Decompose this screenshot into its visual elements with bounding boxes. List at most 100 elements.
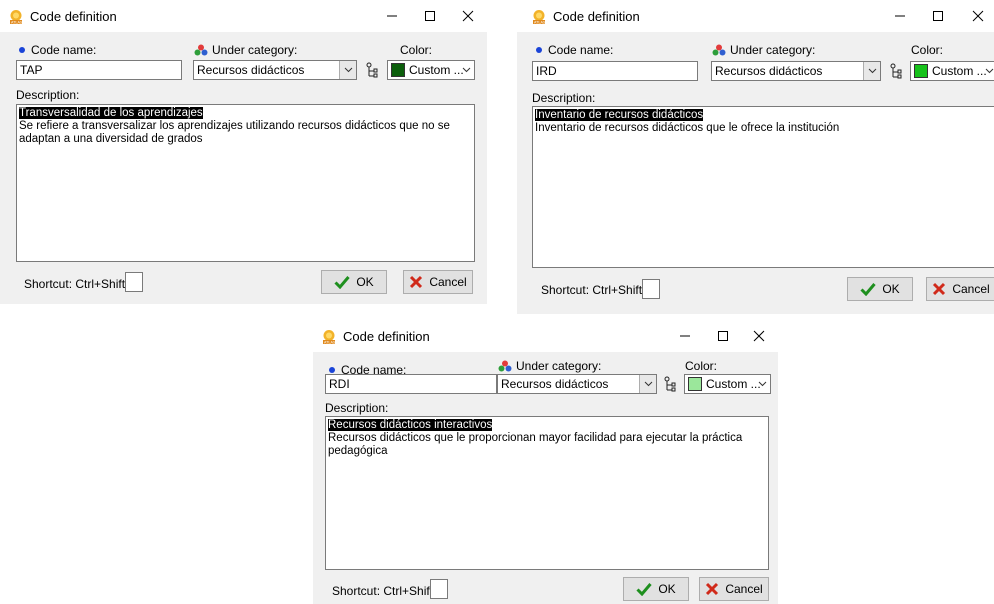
- app-icon: ATLAS: [10, 10, 23, 25]
- dialog-body: Code name: IRD Under category: Recursos …: [517, 32, 994, 314]
- app-icon: ATLAS: [323, 330, 336, 345]
- close-button[interactable]: [959, 0, 994, 32]
- code-name-input[interactable]: TAP: [16, 60, 182, 80]
- required-dot-icon: [536, 47, 542, 53]
- close-button[interactable]: [740, 320, 778, 352]
- cancel-button[interactable]: Cancel: [403, 270, 473, 294]
- minimize-icon: [895, 15, 905, 17]
- tree-icon: [664, 376, 676, 392]
- ok-button[interactable]: OK: [321, 270, 387, 294]
- color-value: Custom ...: [932, 64, 987, 78]
- cancel-button[interactable]: Cancel: [699, 577, 769, 601]
- code-definition-dialog: ATLAS Code definition Code name: TAP Und…: [0, 0, 487, 304]
- minimize-button[interactable]: [666, 320, 704, 352]
- tree-icon: [366, 62, 378, 78]
- maximize-button[interactable]: [411, 0, 449, 32]
- chevron-down-icon: [344, 67, 352, 73]
- chevron-down-icon: [868, 68, 876, 74]
- ok-button[interactable]: OK: [847, 277, 913, 301]
- svg-text:ATLAS: ATLAS: [534, 21, 546, 25]
- checkmark-icon: [636, 583, 652, 596]
- under-category-label: Under category:: [194, 43, 297, 57]
- description-textarea[interactable]: Recursos didácticos interactivos Recurso…: [325, 416, 769, 570]
- close-icon: [753, 330, 765, 342]
- minimize-button[interactable]: [373, 0, 411, 32]
- code-name-input[interactable]: IRD: [532, 61, 698, 81]
- maximize-icon: [933, 11, 943, 21]
- tree-icon: [890, 63, 902, 79]
- shortcut-input[interactable]: [642, 279, 660, 299]
- under-category-select[interactable]: Recursos didácticos: [497, 374, 657, 394]
- code-name-input[interactable]: RDI: [325, 374, 497, 394]
- dialog-body: Code name: TAP Under category: Recursos …: [0, 32, 487, 304]
- description-text: Recursos didácticos que le proporcionan …: [328, 432, 743, 457]
- category-icon: [498, 360, 512, 372]
- maximize-button[interactable]: [919, 0, 957, 32]
- title-bar: ATLAS Code definition: [313, 320, 778, 352]
- checkmark-icon: [334, 276, 350, 289]
- under-category-value: Recursos didácticos: [197, 63, 305, 77]
- description-selected-text: Inventario de recursos didácticos: [535, 109, 704, 121]
- code-definition-dialog: ATLAS Code definition Code name: IRD Und…: [517, 0, 994, 314]
- cancel-button[interactable]: Cancel: [926, 277, 994, 301]
- under-category-label: Under category:: [712, 43, 815, 57]
- under-category-value: Recursos didácticos: [501, 377, 609, 391]
- chevron-down-icon: [644, 381, 652, 387]
- close-icon: [972, 10, 984, 22]
- description-selected-text: Recursos didácticos interactivos: [328, 419, 493, 431]
- description-text: Inventario de recursos didácticos que le…: [535, 122, 840, 134]
- under-category-select[interactable]: Recursos didácticos: [711, 61, 881, 81]
- under-category-select[interactable]: Recursos didácticos: [193, 60, 357, 80]
- color-select[interactable]: Custom ...: [910, 61, 994, 81]
- app-icon: ATLAS: [533, 10, 546, 25]
- shortcut-input[interactable]: [125, 272, 143, 292]
- title-bar: ATLAS Code definition: [517, 0, 994, 32]
- dropdown-button[interactable]: [639, 375, 656, 393]
- color-select[interactable]: Custom ...: [387, 60, 475, 80]
- description-textarea[interactable]: Transversalidad de los aprendizajes Se r…: [16, 104, 475, 262]
- chevron-down-icon: [756, 378, 768, 390]
- dialog-title: Code definition: [30, 9, 117, 24]
- color-label: Color:: [400, 43, 433, 57]
- category-tree-button[interactable]: [888, 61, 904, 81]
- dialog-title: Code definition: [343, 329, 430, 344]
- maximize-icon: [425, 11, 435, 21]
- dialog-body: Code name: RDI Under category: Recursos …: [313, 352, 778, 604]
- minimize-icon: [680, 335, 690, 337]
- description-label: Description:: [325, 401, 389, 415]
- color-value: Custom ...: [706, 377, 761, 391]
- code-name-label: Code name:: [19, 43, 96, 57]
- color-select[interactable]: Custom ...: [684, 374, 771, 394]
- category-icon: [712, 44, 726, 56]
- category-tree-button[interactable]: [364, 60, 380, 80]
- title-bar: ATLAS Code definition: [0, 0, 487, 32]
- code-name-label: Code name:: [536, 43, 613, 57]
- description-textarea[interactable]: Inventario de recursos didácticos Invent…: [532, 106, 994, 268]
- chevron-down-icon: [460, 64, 472, 76]
- minimize-button[interactable]: [881, 0, 919, 32]
- ok-button[interactable]: OK: [623, 577, 689, 601]
- cancel-x-icon: [410, 275, 423, 289]
- description-label: Description:: [16, 88, 80, 102]
- cancel-x-icon: [706, 582, 719, 596]
- shortcut-input[interactable]: [430, 579, 448, 599]
- svg-text:ATLAS: ATLAS: [11, 21, 23, 25]
- cancel-x-icon: [933, 282, 946, 296]
- maximize-button[interactable]: [704, 320, 742, 352]
- shortcut-label: Shortcut: Ctrl+Shift+: [332, 584, 441, 598]
- close-icon: [462, 10, 474, 22]
- code-definition-dialog: ATLAS Code definition Code name: RDI Und…: [313, 320, 778, 604]
- checkmark-icon: [860, 283, 876, 296]
- shortcut-label: Shortcut: Ctrl+Shift+: [24, 277, 133, 291]
- dropdown-button[interactable]: [863, 62, 880, 80]
- maximize-icon: [718, 331, 728, 341]
- color-swatch: [688, 377, 702, 391]
- category-tree-button[interactable]: [662, 374, 678, 394]
- dialog-title: Code definition: [553, 9, 640, 24]
- required-dot-icon: [19, 47, 25, 53]
- dropdown-button[interactable]: [339, 61, 356, 79]
- minimize-icon: [387, 15, 397, 17]
- chevron-down-icon: [983, 65, 994, 77]
- close-button[interactable]: [449, 0, 487, 32]
- category-icon: [194, 44, 208, 56]
